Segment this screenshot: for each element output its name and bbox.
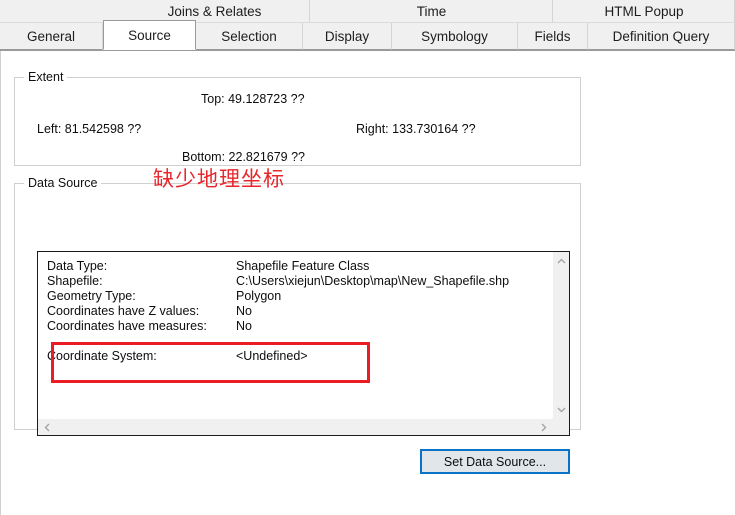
set-data-source-button[interactable]: Set Data Source... [420, 449, 570, 474]
scrollbar-corner [552, 418, 569, 435]
info-row: Data Type: Shapefile Feature Class [47, 259, 548, 274]
data-source-group-title: Data Source [24, 176, 102, 190]
info-row: Geometry Type: Polygon [47, 289, 548, 304]
tab-display[interactable]: Display [303, 23, 392, 50]
horizontal-scrollbar[interactable] [38, 418, 552, 435]
vertical-scrollbar[interactable] [552, 252, 569, 418]
info-row: Coordinate System: <Undefined> [47, 349, 548, 364]
info-row-label: Coordinates have Z values: [47, 304, 200, 318]
data-source-info-listbox[interactable]: Data Type: Shapefile Feature Class Shapefi… [37, 251, 570, 436]
tab-symbology[interactable]: Symbology [392, 23, 518, 50]
info-row-label: Data Type: [47, 259, 108, 273]
info-row-value: No [236, 319, 252, 333]
info-row-value: Polygon [236, 289, 282, 303]
tab-strip-lower: General Source Selection Display Symbology Fi… [0, 20, 735, 51]
info-row-value: C:\Users\xiejun\Desktop\map\New_Shapefil… [236, 274, 510, 288]
extent-top-value: Top: 49.128723 ?? [201, 92, 305, 106]
info-row-value: No [236, 304, 252, 318]
data-source-group-box: Data Source Data Type: Shapefile Feature … [14, 176, 581, 474]
info-row: Coordinates have Z values: No [47, 304, 548, 319]
extent-group-title: Extent [24, 70, 68, 84]
extent-left-value: Left: 81.542598 ?? [37, 122, 142, 136]
extent-right-value: Right: 133.730164 ?? [356, 122, 476, 136]
info-row-label: Geometry Type: [47, 289, 136, 303]
tab-source[interactable]: Source [103, 20, 196, 50]
tab-joins-relates[interactable]: Joins & Relates [120, 0, 310, 22]
info-row-value: <Undefined> [236, 349, 308, 363]
tab-html-popup[interactable]: HTML Popup [554, 0, 735, 22]
missing-coordinates-annotation: 缺少地理坐标 [153, 167, 285, 191]
tab-time[interactable]: Time [311, 0, 553, 22]
chevron-up-icon[interactable] [553, 252, 569, 269]
info-row-label: Coordinate System: [47, 349, 157, 363]
chevron-left-icon[interactable] [38, 419, 55, 435]
chevron-right-icon[interactable] [535, 419, 552, 435]
data-source-info-rows: Data Type: Shapefile Feature Class Shapefi… [38, 252, 552, 418]
info-row-value: Shapefile Feature Class [236, 259, 370, 273]
extent-bottom-value: Bottom: 22.821679 ?? [182, 150, 306, 164]
info-row-label: Coordinates have measures: [47, 319, 207, 333]
info-row: Coordinates have measures: No [47, 319, 548, 334]
tab-definition-query[interactable]: Definition Query [588, 23, 735, 50]
tab-general[interactable]: General [0, 23, 103, 50]
tab-selection[interactable]: Selection [196, 23, 303, 50]
property-page-body: Extent Top: 49.128723 ?? Left: 81.542598… [0, 51, 735, 515]
info-row-label: Shapefile: [47, 274, 103, 288]
tab-fields[interactable]: Fields [518, 23, 588, 50]
info-row: Shapefile: C:\Users\xiejun\Desktop\map\Ne… [47, 274, 548, 289]
extent-group-box: Extent Top: 49.128723 ?? Left: 81.542598… [14, 70, 581, 166]
chevron-down-icon[interactable] [553, 401, 569, 418]
